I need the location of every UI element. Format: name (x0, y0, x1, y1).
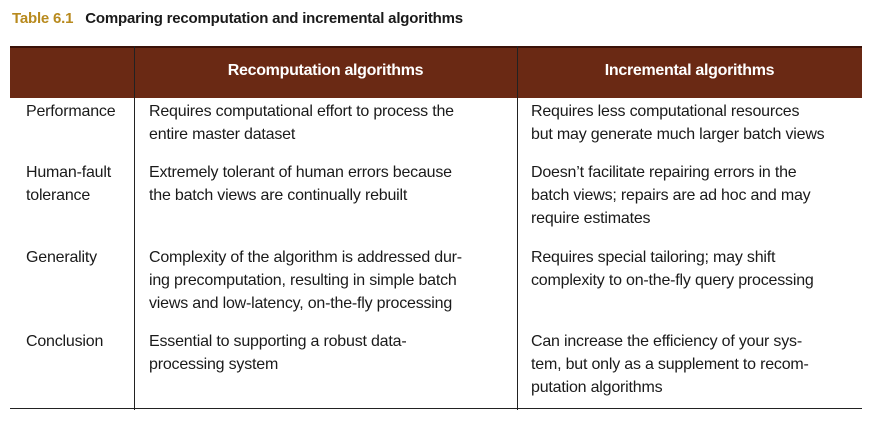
cell-line: but may generate much larger batch views (531, 126, 825, 143)
cell-line: complexity to on-the-fly query processin… (531, 272, 814, 289)
cell-line: the batch views are continually rebuilt (149, 187, 408, 204)
cell-line: Requires computational effort to process… (149, 103, 454, 120)
cell-line: Complexity of the algorithm is addressed… (149, 249, 462, 266)
column-divider (517, 46, 518, 410)
cell-line: Essential to supporting a robust data- (149, 333, 407, 350)
cell-line: tolerance (26, 187, 91, 204)
table-number: Table 6.1 (12, 10, 74, 27)
cell-line: Requires less computational resources (531, 103, 800, 120)
recomputation-cell: Complexity of the algorithm is addressed… (149, 246, 462, 315)
cell-line: tem, but only as a supplement to recom- (531, 356, 809, 373)
cell-line: ing precomputation, resulting in simple … (149, 272, 457, 289)
column-divider (134, 46, 135, 410)
cell-line: Conclusion (26, 333, 104, 350)
row-label: Conclusion (26, 330, 103, 353)
recomputation-cell: Requires computational effort to process… (149, 100, 454, 146)
cell-line: entire master dataset (149, 126, 296, 143)
cell-line: require estimates (531, 210, 651, 227)
cell-line: Extremely tolerant of human errors becau… (149, 164, 452, 181)
cell-line: Human-fault (26, 164, 111, 181)
cell-line: Requires special tailoring; may shift (531, 249, 776, 266)
row-label: Generality (26, 246, 97, 269)
table-title: Comparing recomputation and incremental … (85, 10, 463, 27)
cell-line: Performance (26, 103, 116, 120)
cell-line: processing system (149, 356, 279, 373)
recomputation-cell: Extremely tolerant of human errors becau… (149, 161, 452, 207)
header-recomputation: Recomputation algorithms (227, 62, 424, 79)
incremental-cell: Can increase the efficiency of your sys-… (531, 330, 809, 399)
recomputation-cell: Essential to supporting a robust data-pr… (149, 330, 407, 376)
header-incremental: Incremental algorithms (604, 62, 775, 79)
cell-line: Generality (26, 249, 97, 266)
cell-line: batch views; repairs are ad hoc and may (531, 187, 811, 204)
incremental-cell: Requires less computational resources but… (531, 100, 825, 146)
cell-line: Can increase the efficiency of your sys- (531, 333, 802, 350)
table-bottom-rule (10, 408, 862, 409)
table-caption: Table 6.1 Comparing recomputation and inc… (12, 10, 463, 27)
cell-line: views and low-latency, on-the-fly proces… (149, 295, 453, 312)
cell-line: Doesn’t facilitate repairing errors in t… (531, 164, 797, 181)
comparison-table: Recomputation algorithms Incremental alg… (10, 46, 862, 98)
header-empty (10, 48, 134, 98)
table-header: Recomputation algorithms Incremental alg… (10, 46, 862, 98)
incremental-cell: Requires special tailoring; may shift com… (531, 246, 814, 292)
cell-line: putation algorithms (531, 379, 663, 396)
row-label: Performance (26, 100, 116, 123)
incremental-cell: Doesn’t facilitate repairing errors in t… (531, 161, 811, 230)
row-label: Human-fault tolerance (26, 161, 111, 207)
